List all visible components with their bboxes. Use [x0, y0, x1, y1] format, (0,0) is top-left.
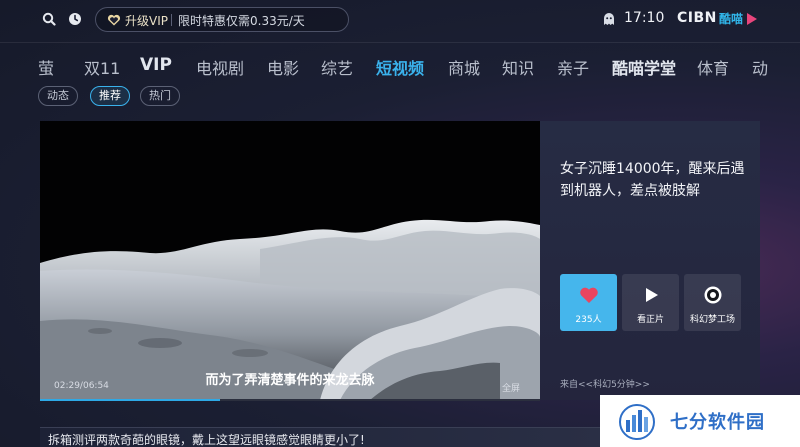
watch-full-button[interactable]: 看正片 [622, 274, 679, 331]
nav-item-movies[interactable]: 电影 [267, 55, 299, 79]
header-divider [0, 42, 800, 43]
history-icon[interactable] [68, 12, 82, 26]
moon-landscape-frame [40, 121, 540, 400]
nav-item-knowledge[interactable]: 知识 [502, 55, 534, 79]
watch-full-label: 看正片 [636, 315, 664, 325]
watermark-logo-icon [619, 404, 655, 440]
vip-upgrade-pill[interactable]: 升级VIP 限时特惠仅需0.33元/天 [95, 7, 349, 32]
next-video-title: 拆箱测评两款奇葩的眼镜，戴上这望远眼镜感觉眼睛更小了! [48, 433, 365, 447]
video-info-panel: 女子沉睡14000年，醒来后遇到机器人，差点被肢解 235人 看正片 科幻梦工场… [540, 121, 760, 400]
subtab-popular[interactable]: 热门 [140, 86, 180, 106]
like-count: 235人 [575, 315, 602, 325]
heart-icon [580, 287, 598, 303]
kumiao-logo: 酷喵 [719, 12, 744, 26]
video-title: 女子沉睡14000年，醒来后遇到机器人，差点被肢解 [560, 161, 745, 199]
nav-item-mall[interactable]: 商城 [448, 55, 480, 79]
channel-button[interactable]: 科幻梦工场 [684, 274, 741, 331]
watermark-text: 七分软件园 [670, 412, 765, 433]
nav-item-double11[interactable]: 双11 [84, 55, 120, 79]
subtab-recommended[interactable]: 推荐 [90, 86, 130, 106]
nav-item-sports[interactable]: 体育 [697, 55, 729, 79]
nav-item-variety[interactable]: 综艺 [321, 55, 353, 79]
site-watermark: 七分软件园 [600, 395, 800, 447]
category-nav: 萤 双11 VIP 电视剧 电影 综艺 短视频 商城 知识 亲子 酷喵学堂 体育… [0, 54, 800, 80]
cibn-logo: CIBN [677, 10, 717, 26]
channel-avatar-icon [704, 286, 722, 304]
nav-item-partial-left[interactable]: 萤 [38, 55, 54, 79]
video-timecode: 02:29/06:54 [54, 381, 109, 391]
subtab-feed[interactable]: 动态 [38, 86, 78, 106]
search-icon[interactable] [42, 12, 56, 26]
nav-item-kids[interactable]: 亲子 [557, 55, 589, 79]
fullscreen-button[interactable]: 全屏 [502, 381, 520, 394]
video-progress-bar[interactable] [40, 399, 540, 401]
like-button[interactable]: 235人 [560, 274, 617, 331]
vip-divider [171, 14, 172, 26]
video-subtitle: 而为了弄清楚事件的来龙去脉 [205, 373, 375, 388]
nav-item-short-video[interactable]: 短视频 [376, 55, 424, 79]
video-source: 来自<<科幻5分钟>> [560, 380, 650, 390]
vip-promo-text: 限时特惠仅需0.33元/天 [178, 14, 305, 28]
video-progress-fill [40, 399, 220, 401]
vip-heart-icon [107, 14, 121, 26]
vip-upgrade-label: 升级VIP [125, 14, 168, 28]
video-player[interactable]: 而为了弄清楚事件的来龙去脉 02:29/06:54 全屏 [40, 121, 540, 400]
nav-item-tv-series[interactable]: 电视剧 [196, 55, 244, 79]
nav-item-kumiao-school[interactable]: 酷喵学堂 [612, 55, 676, 79]
ghost-icon[interactable] [602, 12, 616, 26]
nav-item-partial-right[interactable]: 动 [752, 55, 768, 79]
next-video-item[interactable]: 拆箱测评两款奇葩的眼镜，戴上这望远眼镜感觉眼睛更小了! [40, 427, 600, 447]
nav-item-vip[interactable]: VIP [140, 55, 172, 75]
play-icon [646, 288, 658, 302]
top-bar: 升级VIP 限时特惠仅需0.33元/天 17:10 CIBN 酷喵 [0, 0, 800, 42]
channel-name: 科幻梦工场 [689, 315, 735, 325]
clock: 17:10 [624, 10, 665, 26]
play-logo-icon [747, 13, 757, 25]
